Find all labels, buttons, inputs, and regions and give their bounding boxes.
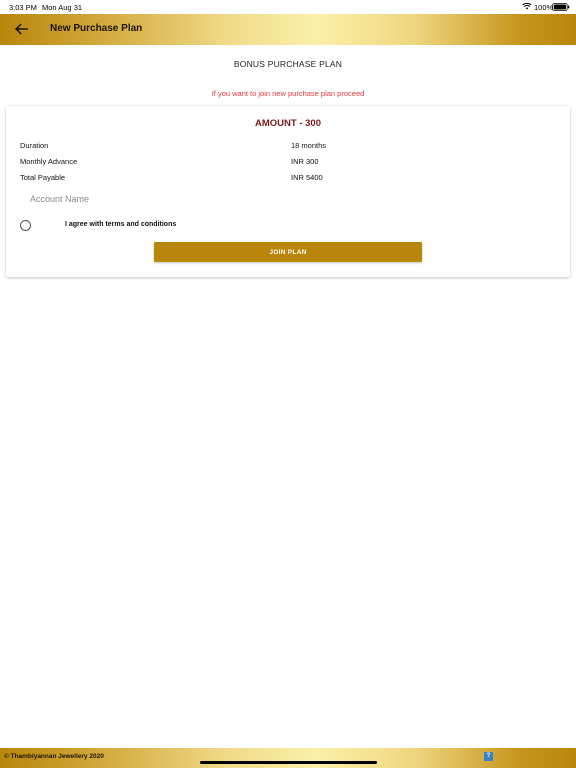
amount-title: AMOUNT - 300 <box>255 118 321 129</box>
monthly-advance-label: Monthly Advance <box>20 157 78 166</box>
battery-icon <box>552 3 570 11</box>
footer: © Thambiyannan Jewellery 2020 ? <box>0 748 576 768</box>
app-bar: New Purchase Plan <box>0 14 576 45</box>
status-date: Mon Aug 31 <box>42 3 83 12</box>
page-title: New Purchase Plan <box>50 23 143 34</box>
account-name-input[interactable] <box>20 188 280 210</box>
total-payable-label: Total Payable <box>20 173 66 182</box>
help-icon[interactable]: ? <box>484 752 493 761</box>
monthly-advance-value: INR 300 <box>291 157 319 166</box>
terms-radio[interactable] <box>20 220 31 231</box>
duration-value: 18 months <box>291 141 327 150</box>
copyright-text: © Thambiyannan Jewellery 2020 <box>4 753 104 760</box>
terms-label: I agree with terms and conditions <box>65 221 177 228</box>
join-plan-button[interactable]: JOIN PLAN <box>154 242 422 262</box>
wifi-icon <box>522 2 532 10</box>
info-message: If you want to join new purchase plan pr… <box>211 89 365 98</box>
home-indicator[interactable] <box>200 761 377 764</box>
plan-heading: BONUS PURCHASE PLAN <box>233 59 343 69</box>
plan-card: AMOUNT - 300 Duration 18 months Monthly … <box>6 106 570 277</box>
status-time: 3:03 PM <box>9 3 37 12</box>
total-payable-value: INR 5400 <box>291 173 323 182</box>
arrow-left-icon[interactable] <box>14 22 28 36</box>
status-bar: 3:03 PM Mon Aug 31 100% <box>0 0 576 14</box>
duration-label: Duration <box>20 141 49 150</box>
battery-percentage: 100% <box>534 3 554 12</box>
